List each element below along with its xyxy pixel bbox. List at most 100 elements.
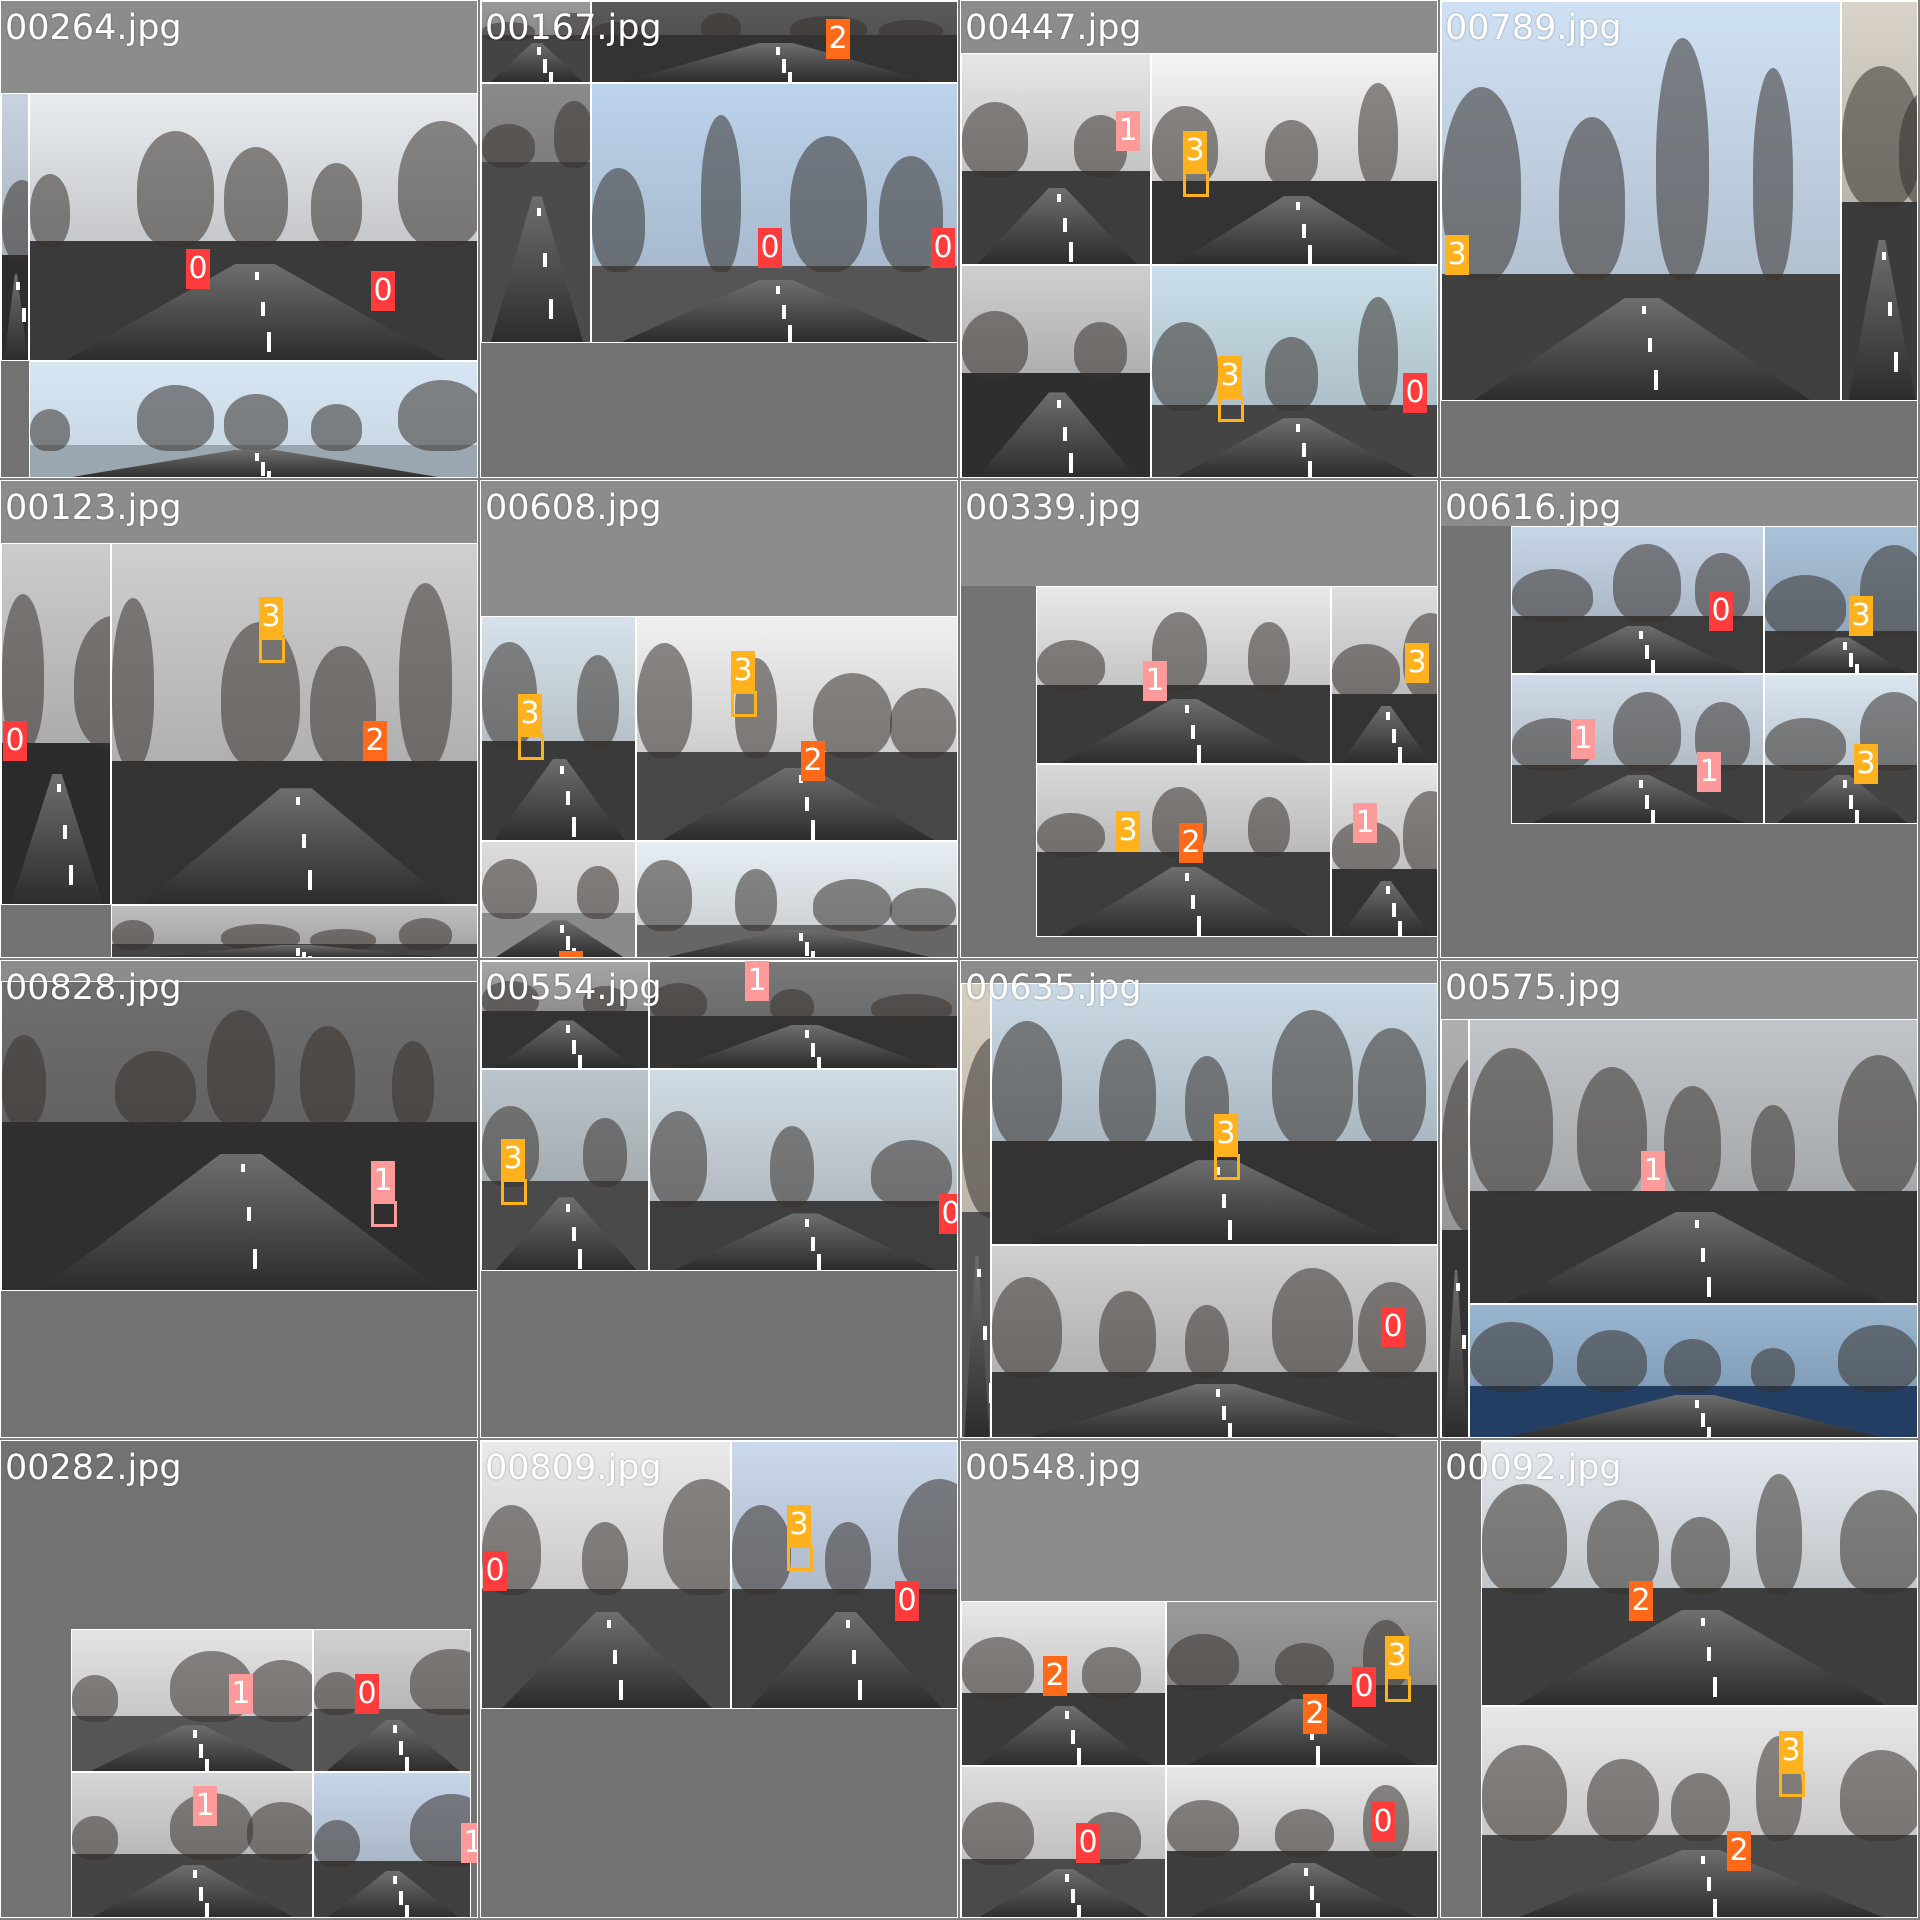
lane-marking [1076, 1904, 1081, 1917]
street-scene-photo [731, 1441, 957, 1709]
lane-marking [805, 1029, 809, 1038]
road-surface [490, 196, 584, 342]
lane-marking [1308, 244, 1312, 264]
tile-filename: 00575.jpg [1445, 968, 1622, 1008]
tile-filename: 00167.jpg [485, 8, 662, 48]
class-label-badge: 0 [371, 271, 395, 311]
street-scene-photo [1841, 1, 1917, 401]
tile-filename: 00828.jpg [5, 968, 182, 1008]
class-label-badge: 2 [1727, 1831, 1751, 1871]
street-scene-photo [1764, 674, 1917, 824]
tree-silhouette [247, 1801, 312, 1860]
class-label-badge: 0 [1352, 1667, 1376, 1707]
tree-silhouette [770, 988, 815, 1022]
street-scene-photo [1481, 1706, 1917, 1917]
tree-silhouette [1577, 1330, 1647, 1392]
lane-marking [1644, 795, 1649, 809]
tree-silhouette [1037, 812, 1105, 858]
lane-marking [1701, 1856, 1705, 1865]
lane-marking [1398, 920, 1402, 936]
street-scene-photo [111, 905, 477, 957]
lane-marking [1308, 461, 1312, 477]
lane-marking [261, 301, 265, 316]
tree-silhouette [650, 1111, 707, 1208]
mosaic-tile: 00264.jpg 0 0 [0, 0, 478, 478]
mosaic-tile: 00339.jpg 1 3 3 2 1 [960, 480, 1438, 958]
tree-silhouette [1586, 1759, 1659, 1841]
class-label-badge: 3 [1385, 1636, 1409, 1676]
lane-marking [1070, 1889, 1075, 1904]
lane-marking [1701, 1617, 1705, 1626]
lane-marking [810, 819, 815, 840]
tree-silhouette [30, 409, 70, 451]
tree-silhouette [1271, 1268, 1353, 1379]
tree-silhouette [114, 1050, 196, 1128]
mosaic-tile: 00616.jpg 0 3 1 1 3 [1440, 480, 1918, 958]
lane-marking [559, 766, 564, 775]
class-label-badge: 3 [259, 597, 283, 637]
tree-silhouette [592, 168, 645, 272]
lane-marking [205, 1903, 209, 1917]
lane-marking [302, 951, 306, 957]
lane-marking [1654, 370, 1658, 390]
class-label-badge: 1 [1143, 661, 1167, 701]
street-scene-photo [1469, 1019, 1917, 1304]
tile-filename: 00616.jpg [1445, 488, 1622, 528]
class-label-badge: 2 [1043, 1656, 1067, 1696]
bounding-box [259, 637, 285, 663]
tree-silhouette [314, 1819, 360, 1868]
lane-marking [393, 1875, 397, 1884]
bounding-box [501, 1179, 527, 1205]
mosaic-tile: 00167.jpg 2 0 0 [480, 0, 958, 478]
tree-silhouette [112, 597, 154, 768]
lane-marking [1854, 810, 1859, 823]
street-scene-photo [991, 1245, 1437, 1437]
class-label-badge: 1 [193, 1786, 217, 1826]
tree-silhouette [72, 1816, 118, 1860]
mosaic-tile: 00809.jpg 0 3 0 [480, 1440, 958, 1918]
tree-silhouette [72, 1675, 118, 1722]
tree-silhouette [1332, 644, 1400, 700]
street-scene-photo [29, 93, 477, 361]
tree-silhouette [870, 994, 952, 1022]
tree-silhouette [1358, 82, 1398, 188]
class-label-badge: 0 [186, 249, 210, 289]
class-label-badge: 1 [1353, 803, 1377, 843]
tree-silhouette [137, 385, 214, 451]
tree-silhouette [992, 1277, 1062, 1379]
tree-silhouette [314, 1672, 360, 1715]
tree-silhouette [732, 1505, 791, 1596]
tree-silhouette [1613, 543, 1682, 622]
class-label-badge: 0 [1709, 591, 1733, 631]
lane-marking [1701, 1248, 1705, 1262]
bounding-box [787, 1545, 813, 1571]
lane-marking [566, 1203, 570, 1212]
tree-silhouette [992, 1021, 1062, 1148]
tree-silhouette [398, 379, 477, 451]
lane-marking [1392, 903, 1396, 918]
mosaic-tile: 00789.jpg 3 [1440, 0, 1918, 478]
lane-marking [1184, 873, 1189, 882]
street-scene-photo [481, 616, 636, 841]
lane-marking [199, 1744, 203, 1759]
bounding-box [371, 1201, 397, 1227]
tree-silhouette [482, 123, 535, 168]
tree-silhouette [554, 100, 590, 168]
tree-silhouette [1559, 116, 1625, 280]
lane-marking [399, 1740, 403, 1755]
tree-silhouette [1098, 1291, 1156, 1379]
lane-marking [805, 1218, 809, 1227]
class-label-badge: 3 [731, 651, 755, 691]
tree-silhouette [1247, 622, 1290, 691]
bounding-box [1183, 171, 1209, 197]
lane-marking [559, 924, 564, 933]
lane-marking [1190, 894, 1195, 909]
street-scene-photo [111, 543, 477, 905]
tree-silhouette [1765, 717, 1846, 771]
lane-marking [405, 1756, 409, 1771]
tree-silhouette [1167, 1799, 1239, 1858]
tree-silhouette [224, 394, 288, 451]
tree-silhouette [1512, 569, 1593, 622]
lane-marking [1070, 1729, 1075, 1744]
class-label-badge: 1 [1571, 719, 1595, 759]
